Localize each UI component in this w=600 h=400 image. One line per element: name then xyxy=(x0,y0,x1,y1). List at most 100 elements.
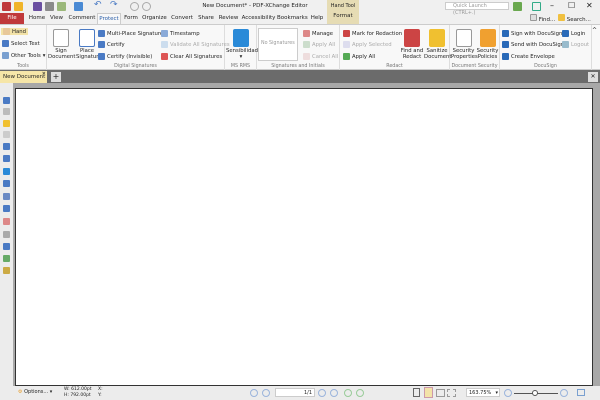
validate-all-signatures-button[interactable]: Validate All Signatures xyxy=(161,41,230,48)
content-icon[interactable] xyxy=(3,180,10,187)
logout-icon xyxy=(562,41,569,48)
layers-icon[interactable] xyxy=(3,168,10,175)
comments-icon[interactable] xyxy=(3,143,10,150)
collapse-ribbon-button[interactable]: ^ xyxy=(592,27,597,34)
find-button[interactable]: Find... xyxy=(530,14,555,23)
sign-document-button[interactable]: Sign Document xyxy=(48,29,75,60)
fullscreen-icon[interactable] xyxy=(532,2,541,11)
ribbon-tabs: File Home View Comment Protect Form Orga… xyxy=(0,13,600,24)
zoom-out-button[interactable] xyxy=(504,389,512,397)
fields-icon[interactable] xyxy=(3,155,10,162)
new-tab-button[interactable]: + xyxy=(51,72,61,82)
security-policies-icon xyxy=(479,29,496,47)
tab-share[interactable]: Share xyxy=(196,13,216,24)
tab-file[interactable]: File xyxy=(0,13,24,24)
options-icon[interactable] xyxy=(513,2,522,11)
create-envelope-button[interactable]: Create Envelope xyxy=(502,53,555,60)
single-page-icon[interactable] xyxy=(413,388,420,397)
label: Sanitize Document xyxy=(424,48,452,60)
document-tab-bar: + ✕ xyxy=(0,70,600,83)
tab-bookmarks[interactable]: Bookmarks xyxy=(277,13,308,24)
security-properties-button[interactable]: Security Properties xyxy=(451,29,478,60)
tab-comment[interactable]: Comment xyxy=(67,13,97,24)
tab-help[interactable]: Help xyxy=(308,13,326,24)
articles-icon[interactable] xyxy=(3,218,10,225)
tab-home[interactable]: Home xyxy=(27,13,47,24)
signatures-icon[interactable] xyxy=(3,193,10,200)
apply-selected-button[interactable]: Apply Selected xyxy=(343,41,392,48)
search-button[interactable]: Search... xyxy=(558,14,591,23)
place-signature-button[interactable]: Place Signature xyxy=(76,29,102,60)
previous-page-button[interactable] xyxy=(262,389,270,397)
close-all-tabs-button[interactable]: ✕ xyxy=(588,72,598,82)
find-and-redact-button[interactable]: Find and Redact xyxy=(400,29,424,60)
last-page-button[interactable] xyxy=(330,389,338,397)
tab-form[interactable]: Form xyxy=(122,13,140,24)
attachments-icon[interactable] xyxy=(3,120,10,127)
tags-icon[interactable] xyxy=(3,205,10,212)
view-mode-icon[interactable] xyxy=(577,389,585,396)
links-icon[interactable] xyxy=(3,131,10,138)
first-page-button[interactable] xyxy=(250,389,258,397)
tab-protect[interactable]: Protect xyxy=(97,13,121,24)
cancel-all-button[interactable]: Cancel All xyxy=(303,53,338,60)
certify-icon xyxy=(98,41,105,48)
clear-all-signatures-button[interactable]: Clear All Signatures xyxy=(161,53,222,60)
certify-invisible-button[interactable]: Certify (Invisible) xyxy=(98,53,152,60)
document-page[interactable] xyxy=(15,88,593,386)
select-text-button[interactable]: Select Text xyxy=(2,40,40,47)
tab-accessibility[interactable]: Accessibility xyxy=(241,13,276,24)
previous-view-button[interactable] xyxy=(344,389,352,397)
tab-convert[interactable]: Convert xyxy=(169,13,195,24)
apply-all-redactions-button[interactable]: Apply All xyxy=(343,53,375,60)
timestamp-button[interactable]: Timestamp xyxy=(161,30,200,37)
zoom-in-button[interactable] xyxy=(560,389,568,397)
tab-view[interactable]: View xyxy=(48,13,65,24)
send-with-docusign-button[interactable]: Send with DocuSign xyxy=(502,41,564,48)
next-view-button[interactable] xyxy=(356,389,364,397)
bookmarks-icon[interactable] xyxy=(3,97,10,104)
search-icon xyxy=(558,14,565,21)
quick-launch-input[interactable]: Quick Launch (CTRL+.) xyxy=(445,2,509,16)
properties-icon[interactable] xyxy=(3,255,10,262)
mark-for-redaction-button[interactable]: Mark for Redaction xyxy=(343,30,402,37)
sanitize-document-button[interactable]: Sanitize Document xyxy=(424,29,452,60)
tab-review[interactable]: Review xyxy=(217,13,240,24)
hand-tool-button[interactable]: Hand xyxy=(1,28,28,35)
search-pane-icon[interactable] xyxy=(3,267,10,274)
sensibilidad-button[interactable]: Sensibilidad ▾ xyxy=(226,29,258,60)
destinations-icon[interactable] xyxy=(3,231,10,238)
minimize-button[interactable]: – xyxy=(550,1,554,10)
thumbnails-icon[interactable] xyxy=(3,108,10,115)
zoom-level-select[interactable]: 163.75% ▾ xyxy=(466,388,500,397)
page-number-input[interactable]: 1/1 xyxy=(275,388,315,397)
label: Security Policies xyxy=(476,48,499,60)
security-policies-button[interactable]: Security Policies xyxy=(476,29,499,60)
manage-button[interactable]: Manage xyxy=(303,30,333,37)
sign-with-docusign-button[interactable]: Sign with DocuSign xyxy=(502,30,562,37)
order-icon[interactable] xyxy=(3,243,10,250)
continuous-page-icon[interactable] xyxy=(424,387,433,398)
maximize-button[interactable]: ☐ xyxy=(568,1,575,10)
other-tools-button[interactable]: Other Tools ▾ xyxy=(2,52,45,59)
group-signatures-initials: No Signatures Manage Apply All Cancel Al… xyxy=(257,25,340,70)
close-button[interactable]: ✕ xyxy=(586,1,593,10)
close-tab-icon[interactable]: ✕ xyxy=(42,68,46,80)
tab-new-document[interactable]: New Document *✕ xyxy=(0,68,47,92)
login-button[interactable]: Login xyxy=(562,30,585,37)
multi-place-signature-button[interactable]: Multi-Place Signature xyxy=(98,30,163,37)
label: Multi-Place Signature xyxy=(107,30,164,37)
certify-button[interactable]: Certify xyxy=(98,41,125,48)
label: Certify (Invisible) xyxy=(107,53,153,60)
docusign-icon xyxy=(502,30,509,37)
signatures-list[interactable]: No Signatures xyxy=(258,28,298,61)
label: Find and Redact xyxy=(400,48,424,60)
options-button[interactable]: ⚙ Options... ▾ xyxy=(18,389,52,395)
continuous-facing-icon[interactable] xyxy=(447,389,456,397)
next-page-button[interactable] xyxy=(318,389,326,397)
zoom-slider-thumb[interactable] xyxy=(532,390,538,396)
apply-all-initials-button[interactable]: Apply All xyxy=(303,41,335,48)
facing-pages-icon[interactable] xyxy=(436,389,445,397)
logout-button[interactable]: Logout xyxy=(562,41,589,48)
tab-organize[interactable]: Organize xyxy=(141,13,168,24)
